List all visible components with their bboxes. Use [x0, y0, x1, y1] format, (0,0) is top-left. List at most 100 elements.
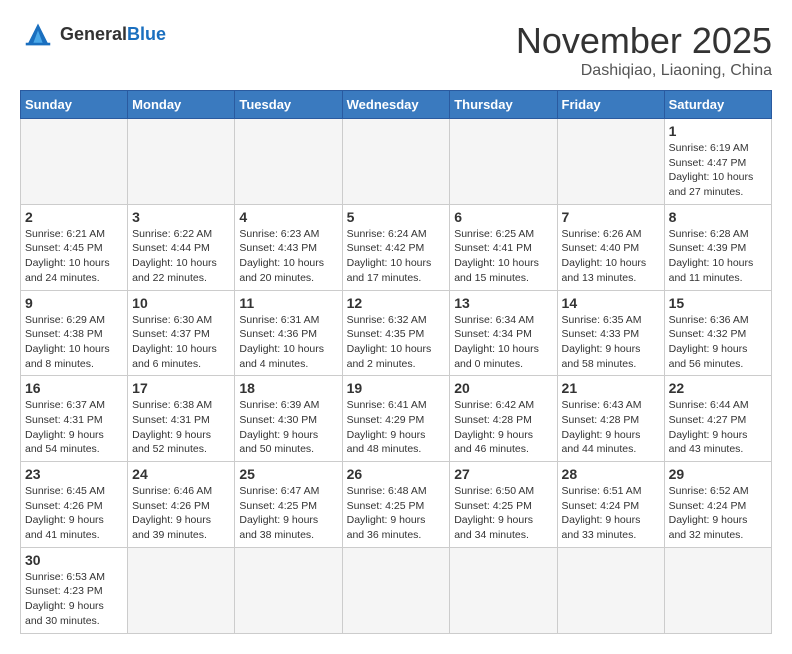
- day-info: Sunrise: 6:31 AM Sunset: 4:36 PM Dayligh…: [239, 313, 337, 372]
- day-info: Sunrise: 6:39 AM Sunset: 4:30 PM Dayligh…: [239, 398, 337, 457]
- day-number: 26: [347, 466, 446, 482]
- header-monday: Monday: [128, 91, 235, 119]
- day-cell-16: 16 Sunrise: 6:37 AM Sunset: 4:31 PM Dayli…: [21, 376, 128, 462]
- day-number: 1: [669, 123, 767, 139]
- week-row-6: 30Sunrise: 6:53 AM Sunset: 4:23 PM Dayli…: [21, 547, 772, 633]
- day-cell-4: 4Sunrise: 6:23 AM Sunset: 4:43 PM Daylig…: [235, 204, 342, 290]
- empty-cell: [128, 119, 235, 205]
- day-info: Sunrise: 6:25 AM Sunset: 4:41 PM Dayligh…: [454, 227, 552, 286]
- day-number: 16: [25, 380, 123, 396]
- empty-cell: [450, 547, 557, 633]
- day-number: 14: [562, 295, 660, 311]
- day-cell-6: 6 Sunrise: 6:25 AM Sunset: 4:41 PM Daylig…: [450, 204, 557, 290]
- day-info: Sunrise: 6:37 AM Sunset: 4:31 PM Dayligh…: [25, 398, 123, 457]
- weekday-header-row: Sunday Monday Tuesday Wednesday Thursday…: [21, 91, 772, 119]
- week-row-3: 9 Sunrise: 6:29 AM Sunset: 4:38 PM Daylig…: [21, 290, 772, 376]
- calendar: Sunday Monday Tuesday Wednesday Thursday…: [20, 90, 772, 634]
- day-number: 19: [347, 380, 446, 396]
- day-info: Sunrise: 6:36 AM Sunset: 4:32 PM Dayligh…: [669, 313, 767, 372]
- day-number: 24: [132, 466, 230, 482]
- week-row-2: 2Sunrise: 6:21 AM Sunset: 4:45 PM Daylig…: [21, 204, 772, 290]
- header-tuesday: Tuesday: [235, 91, 342, 119]
- month-title: November 2025: [516, 20, 772, 62]
- day-info: Sunrise: 6:48 AM Sunset: 4:25 PM Dayligh…: [347, 484, 446, 543]
- day-number: 13: [454, 295, 552, 311]
- empty-cell: [128, 547, 235, 633]
- header-thursday: Thursday: [450, 91, 557, 119]
- day-number: 5: [347, 209, 446, 225]
- day-cell-27: 27 Sunrise: 6:50 AM Sunset: 4:25 PM Dayli…: [450, 462, 557, 548]
- day-info: Sunrise: 6:26 AM Sunset: 4:40 PM Dayligh…: [562, 227, 660, 286]
- day-info: Sunrise: 6:42 AM Sunset: 4:28 PM Dayligh…: [454, 398, 552, 457]
- day-cell-2: 2Sunrise: 6:21 AM Sunset: 4:45 PM Daylig…: [21, 204, 128, 290]
- day-cell-24: 24 Sunrise: 6:46 AM Sunset: 4:26 PM Dayli…: [128, 462, 235, 548]
- day-number: 10: [132, 295, 230, 311]
- header-sunday: Sunday: [21, 91, 128, 119]
- day-number: 28: [562, 466, 660, 482]
- header: GeneralBlue November 2025 Dashiqiao, Lia…: [20, 20, 772, 80]
- day-info: Sunrise: 6:50 AM Sunset: 4:25 PM Dayligh…: [454, 484, 552, 543]
- empty-cell: [342, 119, 450, 205]
- header-saturday: Saturday: [664, 91, 771, 119]
- day-cell-7: 7 Sunrise: 6:26 AM Sunset: 4:40 PM Daylig…: [557, 204, 664, 290]
- empty-cell: [557, 119, 664, 205]
- day-number: 8: [669, 209, 767, 225]
- day-info: Sunrise: 6:24 AM Sunset: 4:42 PM Dayligh…: [347, 227, 446, 286]
- location-title: Dashiqiao, Liaoning, China: [516, 62, 772, 80]
- header-wednesday: Wednesday: [342, 91, 450, 119]
- day-cell-15: 15 Sunrise: 6:36 AM Sunset: 4:32 PM Dayli…: [664, 290, 771, 376]
- day-cell-20: 20 Sunrise: 6:42 AM Sunset: 4:28 PM Dayli…: [450, 376, 557, 462]
- day-number: 11: [239, 295, 337, 311]
- day-number: 4: [239, 209, 337, 225]
- day-number: 6: [454, 209, 552, 225]
- day-cell-22: 22 Sunrise: 6:44 AM Sunset: 4:27 PM Dayli…: [664, 376, 771, 462]
- day-cell-14: 14 Sunrise: 6:35 AM Sunset: 4:33 PM Dayli…: [557, 290, 664, 376]
- day-info: Sunrise: 6:38 AM Sunset: 4:31 PM Dayligh…: [132, 398, 230, 457]
- day-info: Sunrise: 6:43 AM Sunset: 4:28 PM Dayligh…: [562, 398, 660, 457]
- day-cell-25: 25 Sunrise: 6:47 AM Sunset: 4:25 PM Dayli…: [235, 462, 342, 548]
- week-row-4: 16 Sunrise: 6:37 AM Sunset: 4:31 PM Dayli…: [21, 376, 772, 462]
- day-info: Sunrise: 6:41 AM Sunset: 4:29 PM Dayligh…: [347, 398, 446, 457]
- day-info: Sunrise: 6:47 AM Sunset: 4:25 PM Dayligh…: [239, 484, 337, 543]
- day-cell-10: 10Sunrise: 6:30 AM Sunset: 4:37 PM Dayli…: [128, 290, 235, 376]
- day-number: 23: [25, 466, 123, 482]
- day-info: Sunrise: 6:35 AM Sunset: 4:33 PM Dayligh…: [562, 313, 660, 372]
- day-cell-18: 18 Sunrise: 6:39 AM Sunset: 4:30 PM Dayli…: [235, 376, 342, 462]
- empty-cell: [557, 547, 664, 633]
- day-number: 7: [562, 209, 660, 225]
- logo-icon: [20, 20, 56, 48]
- day-info: Sunrise: 6:34 AM Sunset: 4:34 PM Dayligh…: [454, 313, 552, 372]
- empty-cell: [235, 547, 342, 633]
- day-info: Sunrise: 6:32 AM Sunset: 4:35 PM Dayligh…: [347, 313, 446, 372]
- day-number: 3: [132, 209, 230, 225]
- day-number: 22: [669, 380, 767, 396]
- week-row-1: 1Sunrise: 6:19 AM Sunset: 4:47 PM Daylig…: [21, 119, 772, 205]
- day-cell-11: 11 Sunrise: 6:31 AM Sunset: 4:36 PM Dayli…: [235, 290, 342, 376]
- logo-text: GeneralBlue: [60, 24, 166, 45]
- day-info: Sunrise: 6:44 AM Sunset: 4:27 PM Dayligh…: [669, 398, 767, 457]
- day-number: 18: [239, 380, 337, 396]
- day-cell-13: 13 Sunrise: 6:34 AM Sunset: 4:34 PM Dayli…: [450, 290, 557, 376]
- day-info: Sunrise: 6:46 AM Sunset: 4:26 PM Dayligh…: [132, 484, 230, 543]
- day-info: Sunrise: 6:53 AM Sunset: 4:23 PM Dayligh…: [25, 570, 123, 629]
- day-number: 15: [669, 295, 767, 311]
- day-number: 9: [25, 295, 123, 311]
- day-info: Sunrise: 6:29 AM Sunset: 4:38 PM Dayligh…: [25, 313, 123, 372]
- day-cell-8: 8 Sunrise: 6:28 AM Sunset: 4:39 PM Daylig…: [664, 204, 771, 290]
- empty-cell: [450, 119, 557, 205]
- day-number: 12: [347, 295, 446, 311]
- day-number: 20: [454, 380, 552, 396]
- day-number: 21: [562, 380, 660, 396]
- day-cell-26: 26 Sunrise: 6:48 AM Sunset: 4:25 PM Dayli…: [342, 462, 450, 548]
- logo: GeneralBlue: [20, 20, 166, 48]
- day-info: Sunrise: 6:28 AM Sunset: 4:39 PM Dayligh…: [669, 227, 767, 286]
- day-info: Sunrise: 6:52 AM Sunset: 4:24 PM Dayligh…: [669, 484, 767, 543]
- day-info: Sunrise: 6:45 AM Sunset: 4:26 PM Dayligh…: [25, 484, 123, 543]
- day-number: 27: [454, 466, 552, 482]
- empty-cell: [235, 119, 342, 205]
- day-number: 17: [132, 380, 230, 396]
- day-cell-19: 19 Sunrise: 6:41 AM Sunset: 4:29 PM Dayli…: [342, 376, 450, 462]
- day-number: 2: [25, 209, 123, 225]
- day-cell-17: 17 Sunrise: 6:38 AM Sunset: 4:31 PM Dayli…: [128, 376, 235, 462]
- day-number: 25: [239, 466, 337, 482]
